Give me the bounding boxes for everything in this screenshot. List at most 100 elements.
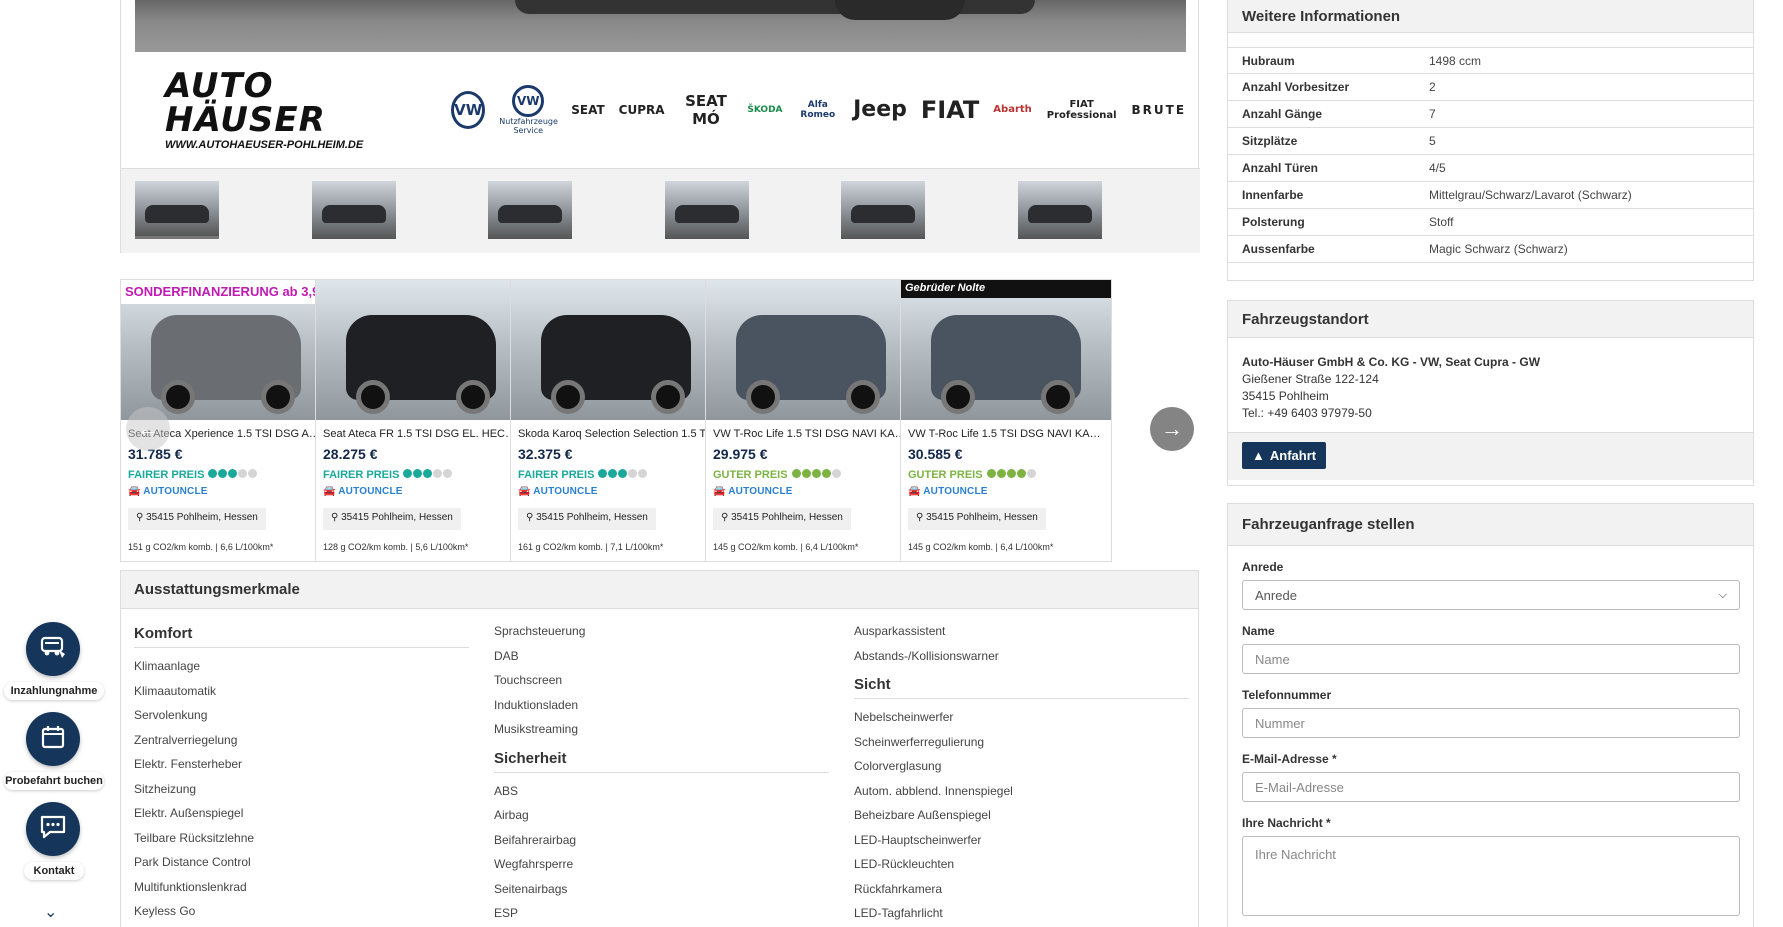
vehicle-card-title[interactable]: VW T-Roc Life 1.5 TSI DSG NAVI KAM... bbox=[713, 428, 911, 440]
feature-item: Keyless Go bbox=[134, 904, 196, 918]
vehicle-card[interactable]: Gebrüder Nolte VW T-Roc Life 1.5 TSI DSG… bbox=[900, 279, 1112, 562]
rating-dot bbox=[628, 469, 638, 479]
cupra-logo: CUPRA bbox=[618, 102, 665, 117]
carousel-prev-button[interactable]: ← bbox=[126, 407, 170, 451]
features-col-comfort: Komfort Klimaanlage Klimaautomatik Servole… bbox=[134, 623, 469, 926]
car-icon: 🚘 bbox=[518, 486, 531, 497]
rating-dots bbox=[208, 469, 258, 481]
fiat-logo: FIAT bbox=[920, 95, 980, 124]
feature-item: Multifunktionslenkrad bbox=[134, 879, 247, 894]
feature-item: Park Distance Control bbox=[134, 855, 251, 869]
feature-item: Beifahrerairbag bbox=[494, 832, 577, 847]
car-icon: 🚘 bbox=[713, 486, 726, 497]
feature-item: Nebelscheinwerfer bbox=[854, 710, 954, 724]
dealer-address: Auto-Häuser GmbH & Co. KG - VW, Seat Cup… bbox=[1228, 338, 1753, 432]
price-rating: GUTER PREIS bbox=[713, 469, 842, 481]
dealer-banner: Gebrüder Nolte bbox=[901, 280, 1111, 298]
car-icon: 🚘 bbox=[128, 486, 141, 497]
feature-item: Beheizbare Außenspiegel bbox=[854, 808, 991, 822]
feature-item: Teilbare Rücksitzlehne bbox=[134, 830, 255, 845]
rating-dot bbox=[433, 469, 443, 479]
emissions-text: 151 g CO2/km komb. | 6,6 L/100km* bbox=[128, 542, 274, 552]
vehicle-card-price: 29.975 € bbox=[713, 446, 768, 462]
trade-in-button[interactable] bbox=[26, 622, 80, 676]
map-pin-icon: ⚲ bbox=[916, 512, 924, 523]
info-key: Innenfarbe bbox=[1242, 188, 1304, 202]
emissions-text: 145 g CO2/km komb. | 6,4 L/100km* bbox=[713, 542, 859, 552]
seat-logo: SEAT bbox=[571, 102, 605, 117]
rating-dot bbox=[821, 469, 831, 479]
info-row: Anzahl Türen 4/5 bbox=[1228, 155, 1753, 182]
feature-item: Autom. abblend. Innenspiegel bbox=[854, 783, 1013, 798]
salutation-select[interactable]: Anrede ⌵ bbox=[1242, 580, 1740, 610]
rating-dot bbox=[443, 469, 453, 479]
autouncle-badge: 🚘 AUTOUNCLE bbox=[128, 486, 208, 497]
trade-in-label[interactable]: Inzahlungnahme bbox=[4, 682, 104, 700]
message-textarea[interactable] bbox=[1242, 836, 1740, 916]
test-drive-label[interactable]: Probefahrt buchen bbox=[4, 772, 104, 790]
vehicle-card-image bbox=[316, 280, 526, 420]
vehicle-card[interactable]: VW T-Roc Life 1.5 TSI DSG NAVI KAM... 29… bbox=[705, 279, 917, 562]
gallery-thumbnail[interactable] bbox=[135, 181, 219, 239]
carousel-next-button[interactable]: → bbox=[1150, 407, 1194, 451]
vehicle-card-image: Gebrüder Nolte bbox=[901, 280, 1111, 420]
abarth-logo: Abarth bbox=[993, 104, 1032, 115]
route-button[interactable]: ▲ Anfahrt bbox=[1242, 442, 1327, 469]
vehicle-card-title[interactable]: VW T-Roc Life 1.5 TSI DSG NAVI KAM... bbox=[908, 428, 1106, 440]
contact-button[interactable] bbox=[26, 802, 80, 856]
main-vehicle-image[interactable] bbox=[135, 0, 1186, 52]
feature-item: Sitzheizung bbox=[134, 781, 197, 796]
chevron-down-icon[interactable]: ⌄ bbox=[44, 902, 57, 922]
location-chip: ⚲ 35415 Pohlheim, Hessen bbox=[128, 508, 266, 530]
dealer-street: Gießener Straße 122-124 bbox=[1242, 372, 1379, 386]
info-row: Hubraum 1498 ccm bbox=[1228, 47, 1753, 74]
feature-item: Induktionsladen bbox=[494, 697, 579, 712]
feature-item: Elektr. Fensterheber bbox=[134, 757, 243, 771]
inquiry-title: Fahrzeuganfrage stellen bbox=[1228, 504, 1753, 546]
rating-dot bbox=[598, 469, 608, 479]
dealer-phone[interactable]: Tel.: +49 6403 97979-50 bbox=[1242, 405, 1739, 422]
feature-item: Zentralverriegelung bbox=[134, 732, 238, 747]
feature-item: Wegfahrsperre bbox=[494, 857, 574, 871]
chat-icon bbox=[39, 814, 67, 845]
feature-item: LED-Tagfahrlicht bbox=[854, 906, 943, 920]
price-rating: FAIRER PREIS bbox=[128, 469, 258, 481]
test-drive-button[interactable] bbox=[26, 712, 80, 766]
dealer-brand-banner: AUTO HÄUSER WWW.AUTOHAEUSER-POHLHEIM.DE … bbox=[135, 52, 1186, 167]
arrow-left-icon: ← bbox=[137, 416, 159, 441]
vehicle-card-title[interactable]: Seat Ateca FR 1.5 TSI DSG EL. HECKKL... bbox=[323, 428, 521, 440]
gallery-thumbnail[interactable] bbox=[488, 181, 572, 239]
rating-dot bbox=[248, 469, 258, 479]
emissions-text: 128 g CO2/km komb. | 5,6 L/100km* bbox=[323, 542, 469, 552]
alfa-romeo-logo: Alfa Romeo bbox=[800, 99, 836, 120]
rating-dot bbox=[608, 469, 618, 479]
vehicle-card-title[interactable]: Skoda Karoq Selection Selection 1.5 T... bbox=[518, 428, 716, 440]
gallery-thumbnail[interactable] bbox=[312, 181, 396, 239]
car-icon: 🚘 bbox=[908, 486, 921, 497]
rating-dots bbox=[986, 469, 1037, 481]
feature-item: LED-Hauptscheinwerfer bbox=[854, 832, 982, 847]
email-input[interactable] bbox=[1242, 772, 1740, 802]
autouncle-badge: 🚘 AUTOUNCLE bbox=[518, 486, 598, 497]
vehicle-card-price: 32.375 € bbox=[518, 446, 573, 462]
vw-commercial-logo: VW bbox=[512, 84, 545, 117]
gallery-thumbnail[interactable] bbox=[841, 181, 925, 239]
skoda-logo: ŠKODA bbox=[747, 104, 783, 115]
inquiry-form: Anrede Anrede ⌵ Name Telefonnummer E-Mai… bbox=[1228, 560, 1753, 916]
email-label: E-Mail-Adresse * bbox=[1242, 752, 1337, 766]
gallery-thumbnail[interactable] bbox=[1018, 181, 1102, 239]
gallery-thumbnail[interactable] bbox=[665, 181, 749, 239]
vehicle-card[interactable]: Skoda Karoq Selection Selection 1.5 T...… bbox=[510, 279, 722, 562]
info-value: Stoff bbox=[1429, 215, 1454, 229]
location-title: Fahrzeugstandort bbox=[1228, 301, 1753, 338]
info-key: Polsterung bbox=[1242, 215, 1305, 229]
contact-label[interactable]: Kontakt bbox=[24, 862, 84, 880]
vehicle-card[interactable]: Seat Ateca FR 1.5 TSI DSG EL. HECKKL... … bbox=[315, 279, 527, 562]
info-value: Mittelgrau/Schwarz/Lavarot (Schwarz) bbox=[1429, 188, 1632, 202]
autouncle-badge: 🚘 AUTOUNCLE bbox=[908, 486, 988, 497]
name-input[interactable] bbox=[1242, 644, 1740, 674]
seat-mo-logo: SEAT MÓ bbox=[685, 91, 727, 128]
rating-dot bbox=[638, 469, 648, 479]
info-row: Polsterung Stoff bbox=[1228, 209, 1753, 236]
phone-input[interactable] bbox=[1242, 708, 1740, 738]
